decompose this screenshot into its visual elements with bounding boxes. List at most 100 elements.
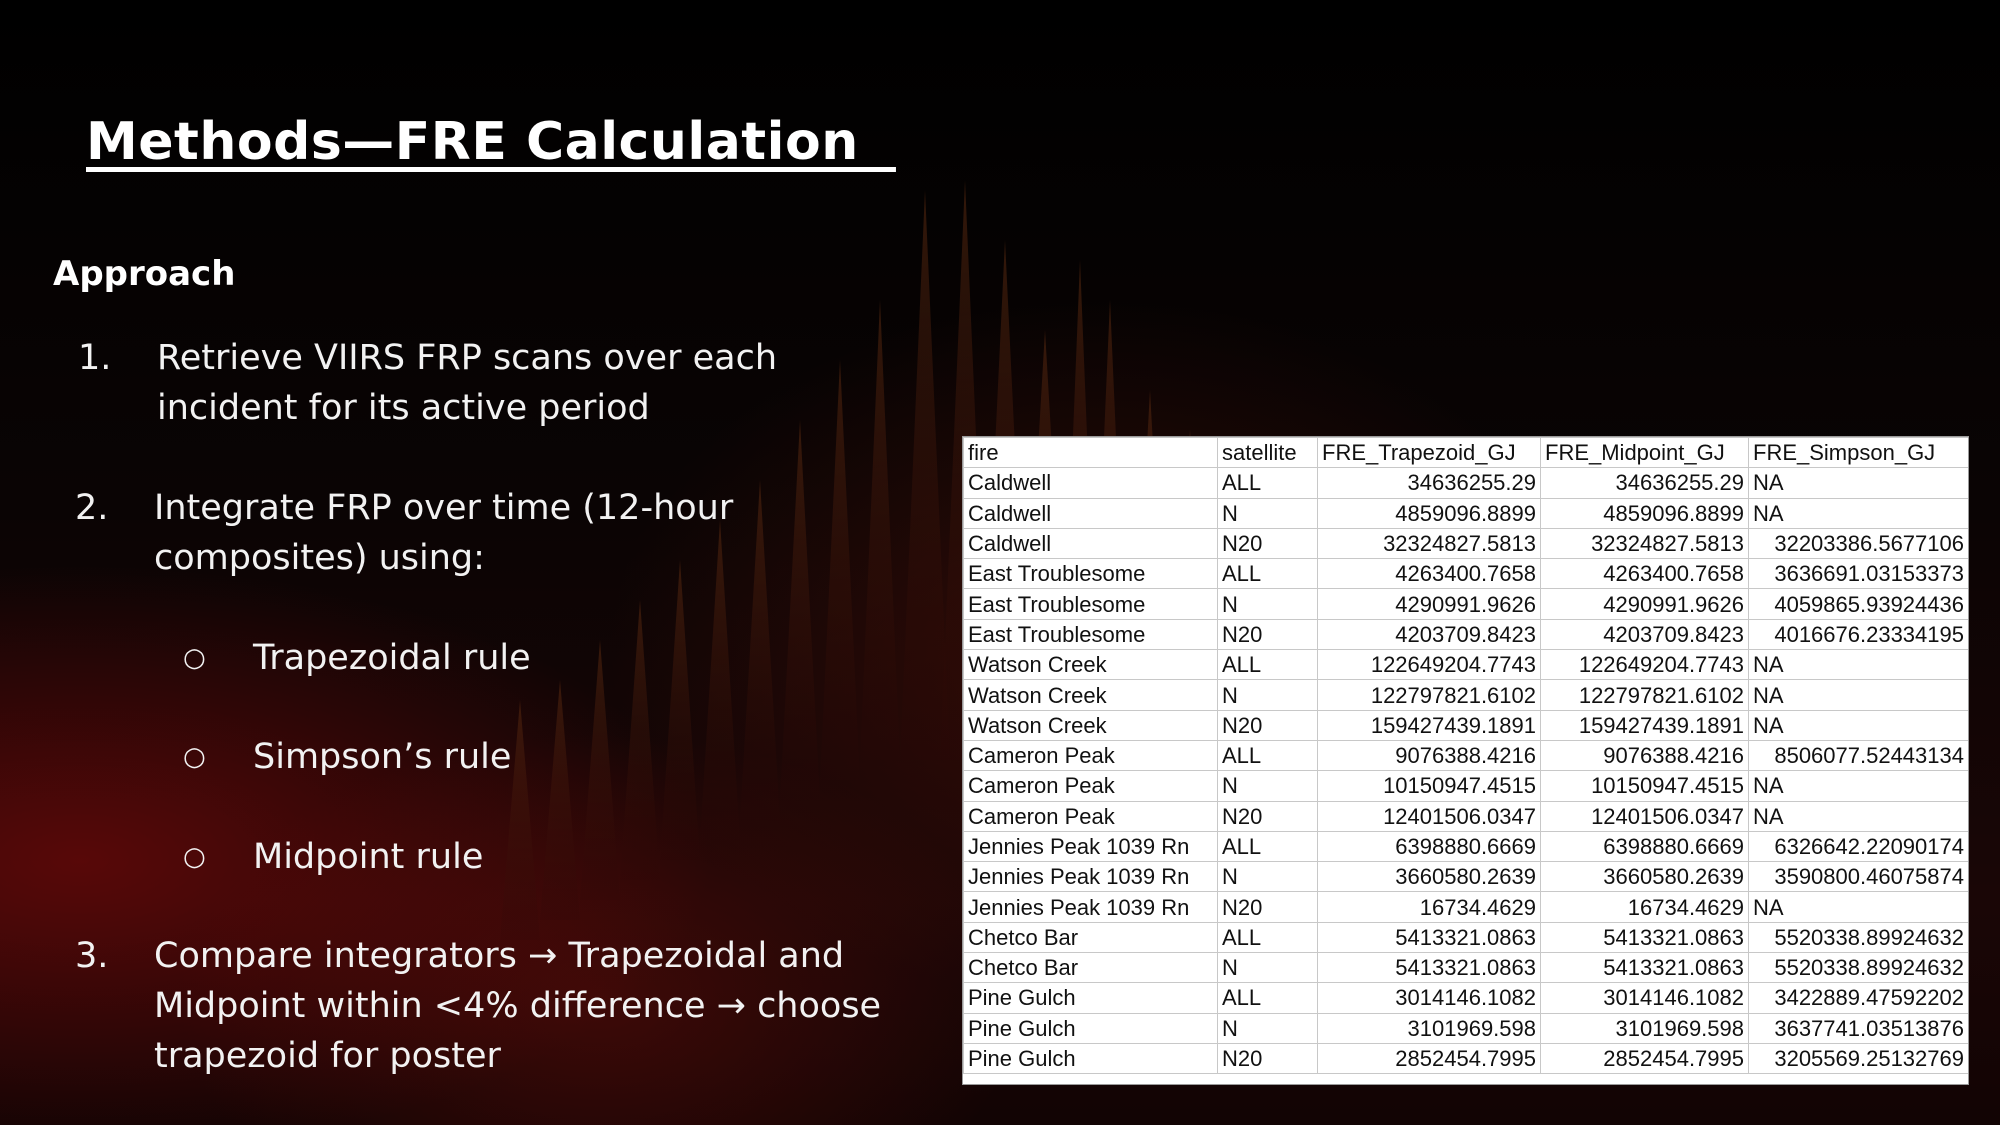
table-cell: 8506077.52443134: [1748, 739, 1968, 772]
table-row: East Troublesome N20 4203709.8423 4203709.8…: [963, 618, 1968, 651]
bullet-circle-icon: ○: [183, 742, 206, 772]
table-row: Cameron Peak N 10150947.4515 10150947.4515 N…: [963, 770, 1968, 802]
table-cell: NA: [1748, 770, 1968, 802]
table-row: Pine Gulch N 3101969.598 3101969.598 3637741…: [963, 1012, 1968, 1044]
table-cell: 3660580.2639: [1540, 861, 1749, 893]
table-header-row: fire satellite FRE_Trapezoid_GJ FRE_Midp…: [963, 437, 1968, 469]
table-cell: 16734.4629: [1317, 891, 1541, 923]
table-cell: 4263400.7658: [1540, 558, 1749, 590]
table-cell: Pine Gulch: [963, 982, 1218, 1014]
table-cell: N: [1217, 952, 1318, 984]
table-cell: N20: [1217, 709, 1318, 741]
table-cell: 34636255.29: [1540, 467, 1749, 499]
table-cell: NA: [1748, 800, 1968, 832]
table-cell: Jennies Peak 1039 Rn: [963, 861, 1218, 893]
table-cell: ALL: [1217, 558, 1318, 590]
table-row: East Troublesome N 4290991.9626 4290991.962…: [963, 588, 1968, 620]
table-cell: 4290991.9626: [1317, 588, 1541, 620]
table-cell: Pine Gulch: [963, 1042, 1218, 1075]
table-cell: NA: [1748, 467, 1968, 499]
bullet-circle-icon: ○: [183, 842, 206, 872]
table-row: Caldwell N20 32324827.5813 32324827.5813 322…: [963, 527, 1968, 560]
table-body: Caldwell ALL 34636255.29 34636255.29 NA Caldw…: [963, 467, 1968, 1075]
table-cell: Watson Creek: [963, 709, 1218, 741]
table-row: Caldwell N 4859096.8899 4859096.8899 NA: [963, 497, 1968, 529]
table-cell: 10150947.4515: [1540, 770, 1749, 802]
table-cell: ALL: [1217, 739, 1318, 772]
table-cell: ALL: [1217, 982, 1318, 1014]
table-cell: NA: [1748, 679, 1968, 711]
table-cell: 32203386.5677106: [1748, 527, 1968, 560]
table-cell: 122649204.7743: [1540, 649, 1749, 681]
table-cell: N: [1217, 588, 1318, 620]
table-cell: Pine Gulch: [963, 1012, 1218, 1044]
table-cell: Cameron Peak: [963, 800, 1218, 832]
table-cell: NA: [1748, 891, 1968, 923]
step-text: Compare integrators → Trapezoidal and Mi…: [154, 936, 882, 1076]
column-header-fire: fire: [963, 437, 1218, 469]
table-cell: 3014146.1082: [1317, 982, 1541, 1014]
table-cell: 3660580.2639: [1317, 861, 1541, 893]
table-cell: Cameron Peak: [963, 770, 1218, 802]
table-cell: Watson Creek: [963, 679, 1218, 711]
table-cell: East Troublesome: [963, 558, 1218, 590]
column-header-fre-trapezoid: FRE_Trapezoid_GJ: [1317, 437, 1541, 469]
table-cell: Cameron Peak: [963, 739, 1218, 772]
table-cell: 122797821.6102: [1540, 679, 1749, 711]
table-cell: 5520338.89924632: [1748, 921, 1968, 954]
step-text: Integrate FRP over time (12-hour composi…: [154, 488, 734, 578]
table-cell: 9076388.4216: [1540, 739, 1749, 772]
table-row: Chetco Bar ALL 5413321.0863 5413321.0863 552…: [963, 921, 1968, 954]
table-cell: 5413321.0863: [1317, 921, 1541, 954]
table-row: Cameron Peak N20 12401506.0347 12401506.034…: [963, 800, 1968, 832]
table-row: Jennies Peak 1039 Rn N20 16734.4629 16734.4…: [963, 891, 1968, 923]
table-cell: 12401506.0347: [1540, 800, 1749, 832]
table-cell: 4016676.23334195: [1748, 618, 1968, 651]
bullet-circle-icon: ○: [183, 643, 206, 673]
table-cell: Jennies Peak 1039 Rn: [963, 891, 1218, 923]
bullet-text: Trapezoidal rule: [253, 638, 531, 678]
table-cell: 3422889.47592202: [1748, 982, 1968, 1014]
table-cell: N: [1217, 861, 1318, 893]
table-cell: Chetco Bar: [963, 921, 1218, 954]
table-cell: 159427439.1891: [1540, 709, 1749, 741]
table-row: Jennies Peak 1039 Rn N 3660580.2639 3660580…: [963, 861, 1968, 893]
table-cell: NA: [1748, 649, 1968, 681]
fre-results-table: fire satellite FRE_Trapezoid_GJ FRE_Midp…: [963, 437, 1968, 1075]
table-row: Caldwell ALL 34636255.29 34636255.29 NA: [963, 467, 1968, 499]
table-cell: N: [1217, 770, 1318, 802]
table-cell: 16734.4629: [1540, 891, 1749, 923]
table-cell: N20: [1217, 618, 1318, 651]
table-cell: 122797821.6102: [1317, 679, 1541, 711]
table-cell: 3636691.03153373: [1748, 558, 1968, 590]
table-cell: N: [1217, 1012, 1318, 1044]
table-cell: 9076388.4216: [1317, 739, 1541, 772]
table-cell: 34636255.29: [1317, 467, 1541, 499]
table-cell: Jennies Peak 1039 Rn: [963, 830, 1218, 863]
table-cell: 4203709.8423: [1317, 618, 1541, 651]
table-cell: Caldwell: [963, 497, 1218, 529]
step-number: 1.: [78, 338, 112, 378]
table-cell: 122649204.7743: [1317, 649, 1541, 681]
table-cell: N: [1217, 679, 1318, 711]
table-cell: 5413321.0863: [1540, 921, 1749, 954]
table-cell: 3101969.598: [1540, 1012, 1749, 1044]
table-cell: East Troublesome: [963, 618, 1218, 651]
table-cell: 4263400.7658: [1317, 558, 1541, 590]
table-cell: 2852454.7995: [1540, 1042, 1749, 1075]
table-row: East Troublesome ALL 4263400.7658 4263400.7…: [963, 558, 1968, 590]
table-cell: 4859096.8899: [1540, 497, 1749, 529]
table-cell: 3205569.25132769: [1748, 1042, 1968, 1075]
table-row: Watson Creek N 122797821.6102 122797821.610…: [963, 679, 1968, 711]
table-row: Jennies Peak 1039 Rn ALL 6398880.6669 63988…: [963, 830, 1968, 863]
table-row: Cameron Peak ALL 9076388.4216 9076388.4216 8…: [963, 739, 1968, 772]
table-row: Pine Gulch N20 2852454.7995 2852454.7995 320…: [963, 1042, 1968, 1075]
table-cell: 5520338.89924632: [1748, 952, 1968, 984]
column-header-fre-midpoint: FRE_Midpoint_GJ: [1540, 437, 1749, 469]
bullet-text: Midpoint rule: [253, 837, 484, 877]
table-cell: East Troublesome: [963, 588, 1218, 620]
table-cell: Watson Creek: [963, 649, 1218, 681]
table-row: Watson Creek N20 159427439.1891 159427439.1…: [963, 709, 1968, 741]
table-cell: 32324827.5813: [1540, 527, 1749, 560]
table-cell: N20: [1217, 800, 1318, 832]
